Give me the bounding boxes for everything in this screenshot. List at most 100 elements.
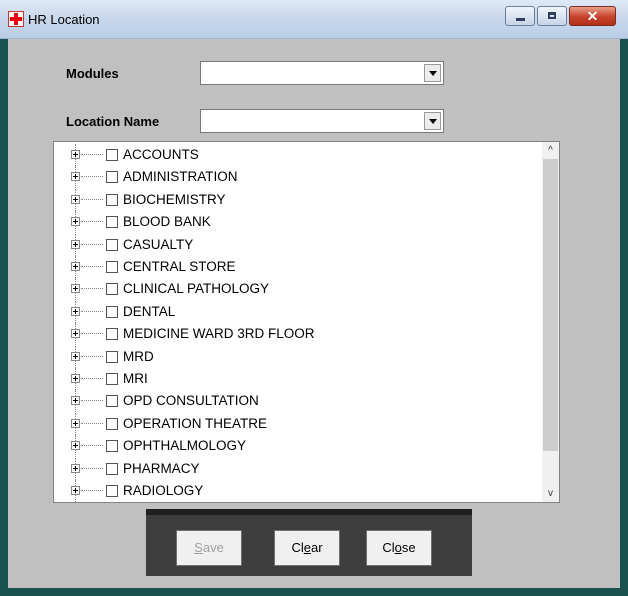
save-button[interactable]: Save [176, 530, 242, 566]
close-window-button[interactable]: ✕ [569, 6, 616, 26]
tree-node-checkbox[interactable] [106, 373, 118, 385]
title-bar[interactable]: HR Location ✕ [0, 0, 628, 39]
department-tree[interactable]: ACCOUNTS ADMINISTRATION BIOCHEMISTRY BLOOD … [53, 141, 560, 503]
close-label-a: Cl [382, 540, 395, 555]
tree-node-checkbox[interactable] [106, 261, 118, 273]
tree-node-label: OPD CONSULTATION [123, 393, 259, 409]
modules-combobox[interactable] [200, 61, 444, 85]
form-client-area: Modules Location Name ACCOUNTS ADMINISTRA… [8, 39, 620, 588]
expand-plus-icon[interactable] [71, 351, 80, 361]
tree-node-label: BLOOD BANK [123, 214, 211, 230]
clear-label-b: ar [310, 540, 323, 555]
chevron-down-icon[interactable] [424, 64, 441, 82]
clear-button[interactable]: Clear [274, 530, 340, 566]
expand-plus-icon[interactable] [71, 329, 80, 339]
close-button[interactable]: Close [366, 530, 432, 566]
expand-plus-icon[interactable] [71, 374, 80, 383]
window-title: HR Location [28, 12, 100, 27]
tree-node-label: MRI [123, 371, 148, 386]
expand-plus-icon[interactable] [71, 284, 80, 294]
maximize-button[interactable] [537, 6, 567, 26]
tree-node[interactable]: OPD CONSULTATION [54, 390, 534, 413]
tree-node[interactable]: CLINICAL PATHOLOGY [54, 278, 534, 301]
tree-node[interactable]: MEDICINE WARD 3RD FLOOR [54, 323, 534, 346]
button-panel: Save Clear Close [146, 509, 472, 576]
tree-connector [81, 288, 103, 290]
tree-node-checkbox[interactable] [106, 350, 118, 363]
tree-node[interactable]: CASUALTY [54, 233, 534, 256]
tree-node-checkbox[interactable] [106, 216, 118, 229]
tree-node-checkbox[interactable] [106, 193, 118, 206]
tree-connector [81, 243, 103, 245]
close-mnemonic: o [394, 540, 402, 555]
maximize-icon [548, 12, 556, 19]
tree-connector [81, 333, 103, 335]
tree-node-checkbox[interactable] [106, 171, 118, 184]
tree-node-label: OPHTHALMOLOGY [123, 438, 247, 454]
scroll-down-icon[interactable]: v [542, 485, 559, 502]
tree-connector [81, 355, 103, 357]
tree-node-checkbox[interactable] [106, 440, 118, 453]
tree-node[interactable]: CENTRAL STORE [54, 256, 534, 278]
tree-connector [81, 445, 103, 447]
tree-node-checkbox[interactable] [106, 328, 118, 341]
tree-node[interactable]: PHARMACY [54, 457, 534, 480]
expand-plus-icon[interactable] [71, 239, 80, 249]
tree-connector [81, 154, 103, 155]
tree-node-checkbox[interactable] [106, 149, 118, 161]
tree-node-checkbox[interactable] [106, 305, 118, 318]
expand-plus-icon[interactable] [71, 486, 80, 495]
chevron-down-icon[interactable] [424, 112, 441, 130]
tree-node-label: OPERATION THEATRE [123, 415, 268, 431]
tree-node[interactable]: RADIOLOGY [54, 480, 534, 502]
tree-node-checkbox[interactable] [106, 462, 118, 475]
expand-plus-icon[interactable] [71, 463, 80, 473]
tree-node-label: MEDICINE WARD 3RD FLOOR [123, 326, 315, 342]
expand-plus-icon[interactable] [71, 418, 80, 428]
tree-connector [81, 378, 103, 379]
scroll-up-icon[interactable]: ^ [542, 142, 559, 159]
tree-node[interactable]: MRI [54, 368, 534, 390]
tree-node[interactable]: ADMINISTRATION [54, 166, 534, 189]
close-label-b: se [401, 540, 416, 555]
expand-plus-icon[interactable] [71, 262, 80, 271]
tree-node[interactable]: BLOOD BANK [54, 211, 534, 234]
tree-node-label: CASUALTY [123, 236, 194, 252]
tree-connector [81, 198, 103, 200]
tree-node[interactable]: DENTAL [54, 300, 534, 323]
expand-plus-icon[interactable] [71, 194, 80, 204]
clear-mnemonic: e [303, 540, 311, 555]
expand-plus-icon[interactable] [71, 172, 80, 182]
tree-connector [81, 400, 103, 402]
modules-label: Modules [66, 66, 119, 81]
tree-node-label: MRD [123, 348, 154, 364]
expand-plus-icon[interactable] [71, 217, 80, 227]
tree-node-checkbox[interactable] [106, 283, 118, 296]
tree-connector [81, 266, 103, 267]
close-icon: ✕ [586, 8, 599, 24]
tree-node-label: ACCOUNTS [123, 147, 199, 162]
expand-plus-icon[interactable] [71, 441, 80, 451]
minimize-icon [516, 18, 525, 21]
location-name-label: Location Name [66, 114, 160, 129]
expand-plus-icon[interactable] [71, 396, 80, 406]
tree-node-label: CLINICAL PATHOLOGY [123, 281, 270, 297]
minimize-button[interactable] [505, 6, 535, 26]
tree-node-checkbox[interactable] [106, 485, 118, 497]
tree-node-checkbox[interactable] [106, 417, 118, 430]
expand-plus-icon[interactable] [71, 306, 80, 316]
tree-node[interactable]: OPHTHALMOLOGY [54, 435, 534, 458]
tree-node[interactable]: ACCOUNTS [54, 144, 534, 166]
tree-node[interactable]: OPERATION THEATRE [54, 412, 534, 435]
location-name-combobox[interactable] [200, 109, 444, 133]
tree-node[interactable]: MRD [54, 345, 534, 368]
tree-node-checkbox[interactable] [106, 238, 118, 251]
scrollbar-thumb[interactable] [543, 159, 558, 451]
tree-node[interactable]: BIOCHEMISTRY [54, 188, 534, 211]
tree-node-label: CENTRAL STORE [123, 259, 236, 274]
hr-location-window: HR Location ✕ Modules Location Name ACCO… [0, 0, 628, 596]
expand-plus-icon[interactable] [71, 150, 80, 159]
tree-vertical-scrollbar[interactable]: ^ v [542, 142, 559, 502]
tree-node-label: DENTAL [123, 303, 176, 319]
tree-node-checkbox[interactable] [106, 395, 118, 408]
